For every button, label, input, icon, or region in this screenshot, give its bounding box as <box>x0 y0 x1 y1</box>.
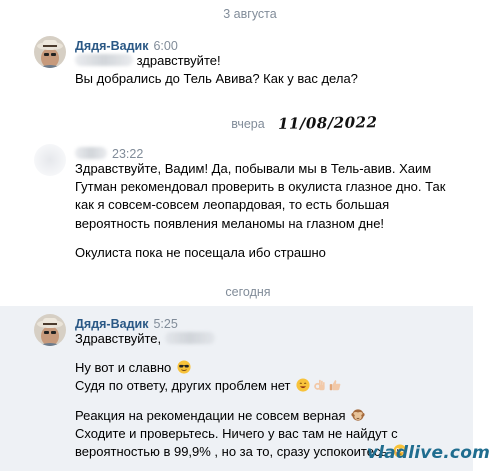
message-time[interactable]: 23:22 <box>112 147 143 161</box>
avatar-dyadya-vadik[interactable] <box>34 314 66 346</box>
message-line: вероятностью в 99,9% , но за то, сразу у… <box>75 444 388 460</box>
redacted-author-name <box>75 147 107 159</box>
message-time[interactable]: 5:25 <box>153 317 177 331</box>
thumbs-up-emoji <box>329 380 341 391</box>
watermark-logo: vladlive.com <box>366 443 490 463</box>
message-time[interactable]: 6:00 <box>153 39 177 53</box>
sunglasses-emoji <box>177 360 191 374</box>
message-line: вероятность появления меланомы на глазно… <box>75 215 385 231</box>
avatar-redacted[interactable] <box>34 144 66 176</box>
message-line: Здравствуйте, Вадим! Да, побывали мы в Т… <box>75 161 432 176</box>
message-text: Здравствуйте, Ну вот и славно Судя по от… <box>75 330 475 461</box>
avatar-blurred <box>34 144 66 176</box>
message-line: Судя по ответу, других проблем нет <box>75 378 291 394</box>
message-line: Ну вот и славно <box>75 360 172 376</box>
message-author-link[interactable]: Дядя-Вадик <box>75 39 148 53</box>
see-no-evil-monkey-emoji <box>351 408 365 421</box>
redacted-name <box>164 332 215 344</box>
message-line: Сходите и проверьтесь. Ничего у вас там … <box>75 425 398 441</box>
date-separator-aug3: 3 августа <box>223 7 277 21</box>
avatar-photo <box>34 36 66 68</box>
redacted-name <box>75 54 133 66</box>
message-line: Здравствуйте, <box>75 331 162 346</box>
handwritten-date-annotation: 11/08/2022 <box>277 113 378 133</box>
message-line: Реакция на рекомендации не совсем верная <box>75 407 346 423</box>
message-line: Вы добрались до Тель Авива? Как у вас де… <box>75 71 358 87</box>
message-author-link[interactable]: Дядя-Вадик <box>75 317 148 331</box>
message-line: Гутман рекомендовал проверить в окулиста… <box>75 179 446 195</box>
message-text: здравствуйте! Вы добрались до Тель Авива… <box>75 52 475 88</box>
message-line: здравствуйте! <box>136 53 221 68</box>
date-separator-today: сегодня <box>225 285 271 299</box>
smile-emoji <box>296 378 310 392</box>
message-line: как я совсем-совсем леопардовая, то есть… <box>75 197 390 213</box>
avatar-dyadya-vadik[interactable] <box>34 36 66 68</box>
date-separator-yesterday: вчера <box>231 117 265 131</box>
avatar-photo <box>34 314 66 346</box>
ok-hand-emoji <box>314 380 325 391</box>
message-text: Здравствуйте, Вадим! Да, побывали мы в Т… <box>75 160 475 262</box>
message-line: Окулиста пока не посещала ибо страшно <box>75 244 326 260</box>
